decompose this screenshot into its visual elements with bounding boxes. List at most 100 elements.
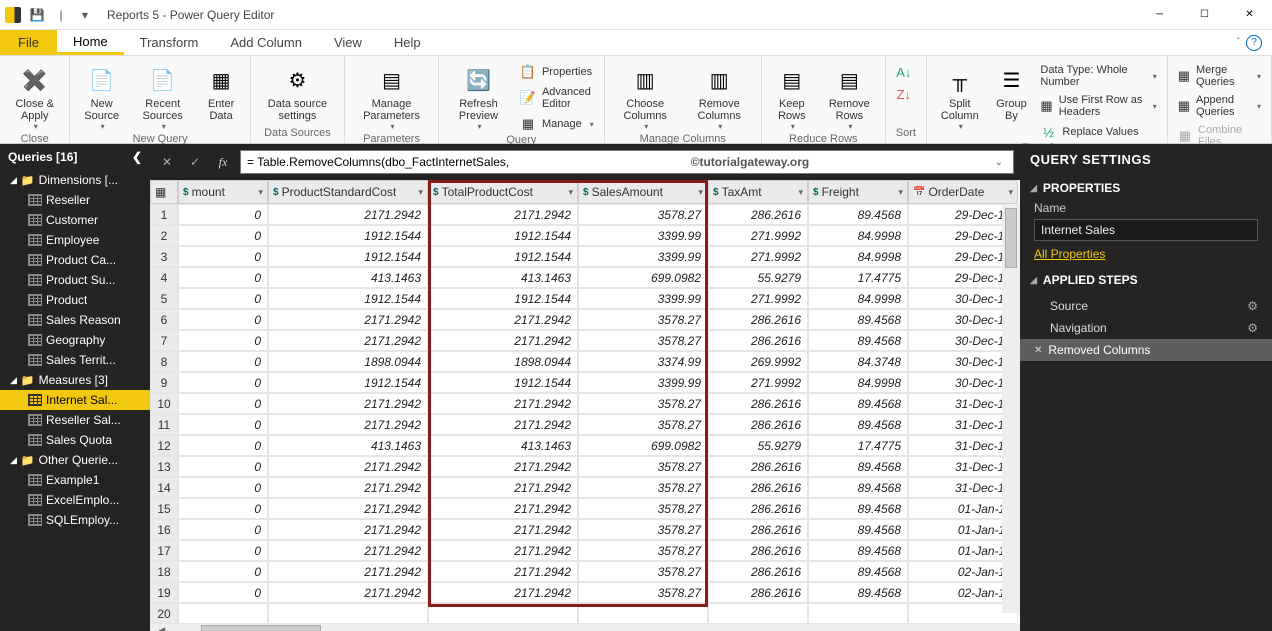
close-apply-button[interactable]: ✖️Close & Apply <box>6 62 63 133</box>
grid-cell[interactable]: 286.2616 <box>708 519 808 540</box>
horizontal-scrollbar[interactable]: ◀ <box>150 624 1020 631</box>
grid-cell[interactable]: 271.9992 <box>708 288 808 309</box>
grid-cell[interactable]: 3578.27 <box>578 540 708 561</box>
tab-view[interactable]: View <box>318 30 378 55</box>
grid-cell[interactable]: 0 <box>178 267 268 288</box>
tab-transform[interactable]: Transform <box>124 30 215 55</box>
grid-cell[interactable] <box>708 603 808 624</box>
grid-cell[interactable]: 2171.2942 <box>268 330 428 351</box>
step-gear-icon[interactable]: ⚙ <box>1247 321 1258 335</box>
grid-cell[interactable]: 286.2616 <box>708 393 808 414</box>
collapse-queries-icon[interactable]: ❮ <box>132 150 142 164</box>
row-number[interactable]: 3 <box>150 246 178 267</box>
refresh-preview-button[interactable]: 🔄Refresh Preview <box>445 62 512 133</box>
grid-cell[interactable]: 1912.1544 <box>268 372 428 393</box>
row-number[interactable]: 15 <box>150 498 178 519</box>
row-number[interactable]: 2 <box>150 225 178 246</box>
tab-home[interactable]: Home <box>57 30 124 55</box>
first-row-headers-button[interactable]: ▦Use First Row as Headers <box>1036 92 1160 120</box>
query-item[interactable]: Employee <box>0 230 150 250</box>
grid-cell[interactable]: 3399.99 <box>578 288 708 309</box>
grid-cell[interactable]: 0 <box>178 456 268 477</box>
grid-cell[interactable]: 84.3748 <box>808 351 908 372</box>
grid-cell[interactable]: 286.2616 <box>708 330 808 351</box>
query-item[interactable]: Sales Territ... <box>0 350 150 370</box>
query-item[interactable]: ExcelEmplo... <box>0 490 150 510</box>
grid-cell[interactable]: 89.4568 <box>808 561 908 582</box>
grid-cell[interactable]: 0 <box>178 204 268 225</box>
grid-cell[interactable] <box>428 603 578 624</box>
grid-cell[interactable] <box>808 603 908 624</box>
grid-cell[interactable]: 286.2616 <box>708 309 808 330</box>
column-header[interactable]: $TotalProductCost▾ <box>428 180 578 204</box>
grid-cell[interactable]: 2171.2942 <box>428 477 578 498</box>
row-number[interactable]: 10 <box>150 393 178 414</box>
group-by-button[interactable]: ☰Group By <box>990 62 1032 124</box>
grid-cell[interactable]: 89.4568 <box>808 204 908 225</box>
grid-cell[interactable]: 1912.1544 <box>428 225 578 246</box>
grid-cell[interactable]: 1912.1544 <box>268 225 428 246</box>
minimize-button[interactable]: ─ <box>1137 0 1182 30</box>
grid-cell[interactable]: 699.0982 <box>578 435 708 456</box>
applied-step[interactable]: Navigation⚙ <box>1020 317 1272 339</box>
grid-cell[interactable]: 0 <box>178 225 268 246</box>
grid-cell[interactable]: 0 <box>178 582 268 603</box>
grid-cell[interactable]: 3578.27 <box>578 456 708 477</box>
grid-cell[interactable]: 89.4568 <box>808 330 908 351</box>
grid-cell[interactable]: 3578.27 <box>578 498 708 519</box>
data-source-settings-button[interactable]: ⚙Data source settings <box>257 62 338 124</box>
formula-input[interactable]: = Table.RemoveColumns(dbo_FactInternetSa… <box>240 150 1014 174</box>
grid-cell[interactable]: 2171.2942 <box>268 561 428 582</box>
row-number[interactable]: 13 <box>150 456 178 477</box>
grid-cell[interactable]: 0 <box>178 414 268 435</box>
query-item[interactable]: SQLEmploy... <box>0 510 150 530</box>
grid-cell[interactable]: 1912.1544 <box>268 246 428 267</box>
fx-icon[interactable]: fx <box>212 151 234 173</box>
grid-cell[interactable]: 2171.2942 <box>428 393 578 414</box>
row-number[interactable]: 14 <box>150 477 178 498</box>
row-number[interactable]: 18 <box>150 561 178 582</box>
grid-cell[interactable]: 2171.2942 <box>268 498 428 519</box>
grid-cell[interactable] <box>578 603 708 624</box>
grid-cell[interactable]: 84.9998 <box>808 246 908 267</box>
grid-cell[interactable]: 0 <box>178 561 268 582</box>
folder-other[interactable]: ◢📁Other Querie... <box>0 450 150 470</box>
advanced-editor-button[interactable]: 📝Advanced Editor <box>516 84 598 112</box>
query-item[interactable]: Product Ca... <box>0 250 150 270</box>
grid-cell[interactable]: 0 <box>178 519 268 540</box>
sort-desc-button[interactable]: Z↓ <box>892 84 916 104</box>
grid-cell[interactable]: 0 <box>178 435 268 456</box>
merge-queries-button[interactable]: ▦Merge Queries <box>1174 62 1265 90</box>
grid-cell[interactable]: 3578.27 <box>578 561 708 582</box>
ribbon-collapse[interactable]: ˇ <box>1237 37 1240 48</box>
grid-cell[interactable]: 1898.0944 <box>268 351 428 372</box>
row-number[interactable]: 1 <box>150 204 178 225</box>
row-number[interactable]: 5 <box>150 288 178 309</box>
query-item[interactable]: Sales Quota <box>0 430 150 450</box>
grid-cell[interactable]: 1912.1544 <box>428 372 578 393</box>
grid-cell[interactable]: 1912.1544 <box>428 288 578 309</box>
recent-sources-button[interactable]: 📄Recent Sources <box>131 62 195 133</box>
grid-cell[interactable]: 3578.27 <box>578 204 708 225</box>
grid-cell[interactable]: 89.4568 <box>808 477 908 498</box>
row-number[interactable]: 20 <box>150 603 178 624</box>
grid-cell[interactable]: 286.2616 <box>708 582 808 603</box>
grid-cell[interactable]: 271.9992 <box>708 246 808 267</box>
column-header[interactable]: 📅OrderDate▾ <box>908 180 1018 204</box>
grid-cell[interactable]: 2171.2942 <box>268 414 428 435</box>
grid-cell[interactable]: 286.2616 <box>708 498 808 519</box>
grid-cell[interactable]: 2171.2942 <box>268 477 428 498</box>
grid-cell[interactable]: 2171.2942 <box>268 540 428 561</box>
row-number[interactable]: 19 <box>150 582 178 603</box>
grid-cell[interactable]: 1912.1544 <box>268 288 428 309</box>
grid-cell[interactable]: 286.2616 <box>708 561 808 582</box>
grid-cell[interactable]: 89.4568 <box>808 582 908 603</box>
grid-cell[interactable]: 3578.27 <box>578 519 708 540</box>
manage-query-button[interactable]: ▦Manage <box>516 114 598 134</box>
grid-cell[interactable]: 0 <box>178 393 268 414</box>
grid-cell[interactable]: 3399.99 <box>578 372 708 393</box>
grid-cell[interactable] <box>178 603 268 624</box>
grid-cell[interactable]: 2171.2942 <box>428 540 578 561</box>
grid-cell[interactable]: 2171.2942 <box>428 498 578 519</box>
grid-cell[interactable]: 2171.2942 <box>268 309 428 330</box>
